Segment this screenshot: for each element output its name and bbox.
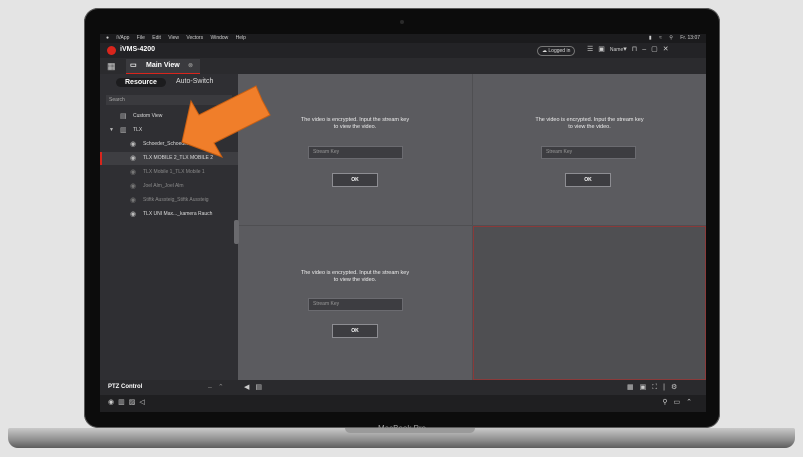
arrow-shape — [181, 85, 271, 158]
annotation-arrow-icon — [181, 85, 271, 158]
device-label: MacBook Pro — [377, 424, 427, 433]
